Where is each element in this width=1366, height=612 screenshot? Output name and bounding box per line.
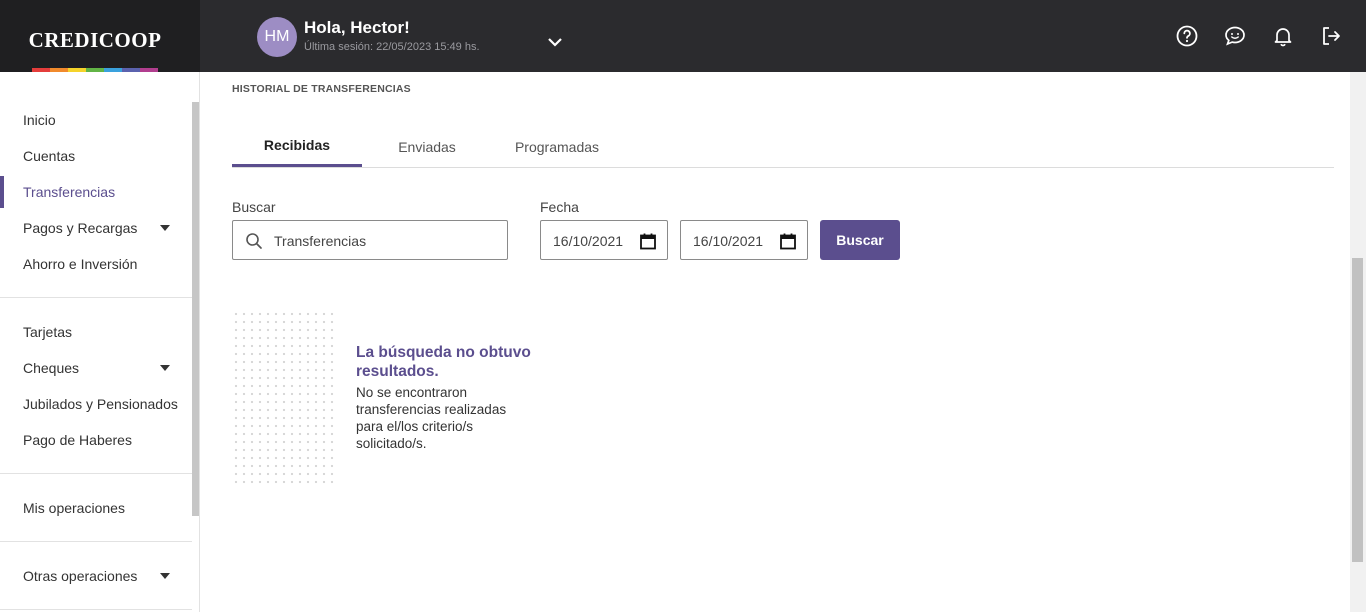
page-title: HISTORIAL DE TRANSFERENCIAS — [232, 83, 411, 95]
search-button[interactable]: Buscar — [820, 220, 900, 260]
sidebar-item-label: Jubilados y Pensionados — [23, 396, 178, 412]
search-input[interactable] — [274, 230, 494, 252]
bell-icon — [1274, 28, 1292, 47]
sidebar-divider — [0, 473, 192, 474]
date-to-value: 16/10/2021 — [693, 233, 764, 249]
notifications-button[interactable] — [1269, 22, 1297, 50]
empty-state-dots-decoration — [232, 310, 338, 484]
date-label: Fecha — [540, 199, 579, 215]
empty-state-title: La búsqueda no obtuvo resultados. — [356, 344, 531, 380]
sidebar-item-label: Mis operaciones — [23, 500, 125, 516]
date-from-field[interactable]: 16/10/2021 — [540, 220, 668, 260]
top-bar: CREDICOOP HM Hola, Hector! Última sesión… — [0, 0, 1366, 72]
sidebar-item-label: Inicio — [23, 112, 56, 128]
sidebar: Inicio Cuentas Transferencias Pagos y Re… — [0, 72, 200, 612]
tab-recibidas[interactable]: Recibidas — [232, 126, 362, 167]
help-button[interactable] — [1173, 22, 1201, 50]
search-field[interactable] — [232, 220, 508, 260]
last-session-text: Última sesión: 22/05/2023 15:49 hs. — [304, 41, 480, 53]
sidebar-item-pago-de-haberes[interactable]: Pago de Haberes — [0, 422, 192, 458]
logout-icon — [1323, 27, 1340, 45]
date-from-value: 16/10/2021 — [553, 233, 624, 249]
sidebar-item-inicio[interactable]: Inicio — [0, 102, 192, 138]
search-icon — [246, 233, 262, 249]
tab-programadas[interactable]: Programadas — [492, 126, 622, 167]
sidebar-divider — [0, 609, 192, 610]
user-menu-toggle[interactable] — [543, 30, 567, 54]
sidebar-divider — [0, 541, 192, 542]
sidebar-item-otras-operaciones[interactable]: Otras operaciones — [0, 558, 192, 594]
logout-button[interactable] — [1317, 22, 1345, 50]
tabs-underline — [232, 167, 1334, 168]
empty-state-text: No se encontraron transferencias realiza… — [356, 385, 507, 451]
main-scrollbar-thumb[interactable] — [1352, 258, 1363, 562]
tab-enviadas[interactable]: Enviadas — [362, 126, 492, 167]
sidebar-item-jubilados-y-pensionados[interactable]: Jubilados y Pensionados — [0, 386, 192, 422]
chevron-down-icon — [548, 38, 562, 47]
caret-down-icon[interactable] — [160, 573, 170, 579]
sidebar-item-label: Cuentas — [23, 148, 76, 164]
avatar[interactable]: HM — [257, 17, 297, 57]
sidebar-item-label: Transferencias — [23, 184, 116, 200]
sidebar-item-pagos-y-recargas[interactable]: Pagos y Recargas — [0, 210, 192, 246]
chat-button[interactable] — [1221, 22, 1249, 50]
greeting: Hola, Hector! — [304, 18, 410, 37]
logo-area[interactable]: CREDICOOP — [0, 0, 200, 72]
sidebar-item-label: Ahorro e Inversión — [23, 256, 138, 272]
sidebar-item-label: Cheques — [23, 360, 80, 376]
sidebar-item-label: Pago de Haberes — [23, 432, 132, 448]
sidebar-item-tarjetas[interactable]: Tarjetas — [0, 314, 192, 350]
help-icon — [1176, 25, 1198, 47]
sidebar-divider — [0, 297, 192, 298]
caret-down-icon[interactable] — [160, 225, 170, 231]
brand-logo[interactable]: CREDICOOP — [0, 28, 190, 53]
sidebar-item-mis-operaciones[interactable]: Mis operaciones — [0, 490, 192, 526]
calendar-icon[interactable] — [779, 232, 797, 250]
sidebar-item-ahorro-e-inversion[interactable]: Ahorro e Inversión — [0, 246, 192, 282]
chat-icon — [1225, 26, 1245, 46]
caret-down-icon[interactable] — [160, 365, 170, 371]
calendar-icon[interactable] — [639, 232, 657, 250]
sidebar-item-label: Tarjetas — [23, 324, 73, 340]
date-to-field[interactable]: 16/10/2021 — [680, 220, 808, 260]
sidebar-item-label: Otras operaciones — [23, 568, 138, 584]
sidebar-scrollbar[interactable] — [192, 102, 199, 516]
sidebar-item-cuentas[interactable]: Cuentas — [0, 138, 192, 174]
sidebar-item-cheques[interactable]: Cheques — [0, 350, 192, 386]
search-label: Buscar — [232, 199, 276, 215]
sidebar-item-transferencias[interactable]: Transferencias — [0, 174, 192, 210]
sidebar-item-label: Pagos y Recargas — [23, 220, 138, 236]
